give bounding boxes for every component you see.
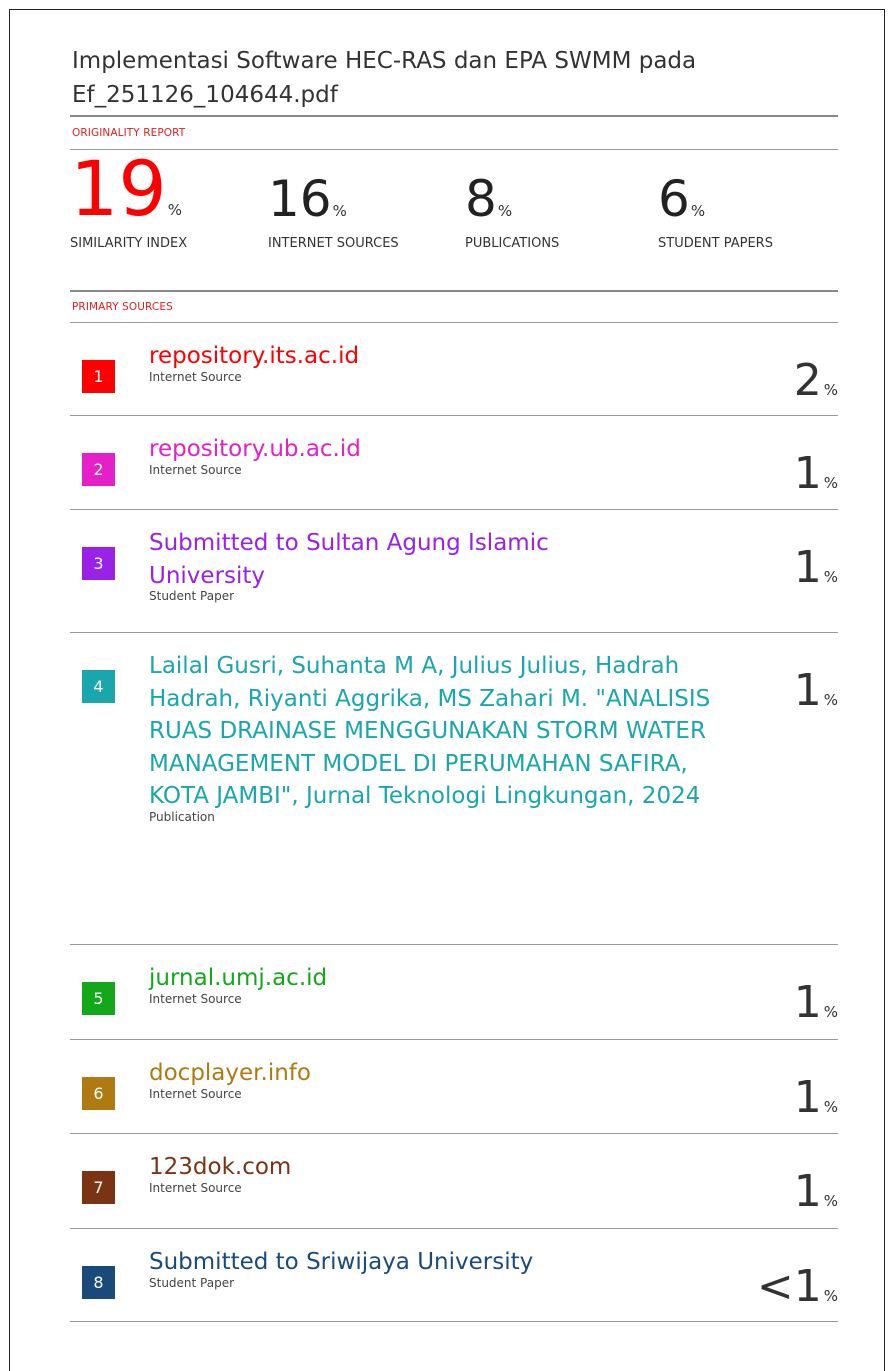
source-rank-badge: 3 [82, 547, 115, 580]
source-percentage-unit: % [823, 1192, 838, 1210]
source-percentage-value: 1 [793, 542, 822, 593]
source-rank-badge: 4 [82, 670, 115, 703]
internet-sources-unit: % [332, 202, 347, 220]
source-percentage-unit: % [823, 474, 838, 492]
source-percentage-unit: % [823, 568, 838, 586]
source-item: 8 Submitted to Sriwijaya University Stud… [70, 1228, 838, 1321]
student-papers-label: STUDENT PAPERS [658, 236, 773, 251]
source-name[interactable]: Submitted to Sultan Agung Islamic Univer… [149, 527, 619, 592]
divider [70, 115, 838, 117]
source-rank-badge: 8 [82, 1266, 115, 1299]
source-percentage-value: 1 [793, 1072, 822, 1123]
source-percentage: <1% [757, 1262, 838, 1321]
source-percentage-value: 1 [793, 977, 822, 1028]
source-item: 4 Lailal Gusri, Suhanta M A, Julius Juli… [70, 632, 838, 944]
source-type: Internet Source [149, 462, 242, 477]
source-type: Internet Source [149, 991, 242, 1006]
source-item: 3 Submitted to Sultan Agung Islamic Univ… [70, 509, 838, 632]
internet-sources-label: INTERNET SOURCES [268, 236, 399, 251]
source-type: Internet Source [149, 1086, 242, 1101]
source-percentage: 1% [794, 978, 838, 1037]
primary-sources-label: PRIMARY SOURCES [72, 301, 173, 313]
source-percentage-unit: % [823, 1003, 838, 1021]
source-percentage-unit: % [823, 1098, 838, 1116]
internet-sources-stat: 16% INTERNET SOURCES [268, 170, 399, 251]
divider [70, 1321, 838, 1322]
source-item: 2 repository.ub.ac.id Internet Source 1% [70, 415, 838, 509]
source-rank-badge: 6 [82, 1077, 115, 1110]
source-percentage: 1% [794, 449, 838, 508]
publications-value: 8 [465, 170, 497, 228]
source-percentage-value: 2 [793, 355, 822, 406]
source-percentage: 2% [794, 356, 838, 415]
publications-stat: 8% PUBLICATIONS [465, 170, 559, 251]
source-type: Internet Source [149, 369, 242, 384]
source-rank-badge: 5 [82, 982, 115, 1015]
source-percentage-unit: % [823, 381, 838, 399]
source-type: Internet Source [149, 1180, 242, 1195]
similarity-index-unit: % [167, 201, 182, 219]
divider [70, 290, 838, 292]
originality-report-label: ORIGINALITY REPORT [72, 127, 186, 139]
source-item: 6 docplayer.info Internet Source 1% [70, 1039, 838, 1133]
similarity-index-stat: 19% SIMILARITY INDEX [70, 150, 188, 252]
publications-label: PUBLICATIONS [465, 236, 560, 251]
student-papers-unit: % [690, 202, 706, 220]
publications-unit: % [497, 202, 513, 220]
student-papers-stat: 6% STUDENT PAPERS [658, 170, 773, 251]
report-page: Implementasi Software HEC-RAS dan EPA SW… [9, 9, 885, 1371]
source-rank-badge: 7 [82, 1171, 115, 1204]
source-percentage-unit: % [823, 691, 838, 709]
source-percentage-value: <1 [756, 1261, 822, 1312]
source-rank-badge: 2 [82, 453, 115, 486]
similarity-index-value: 19 [70, 144, 167, 233]
source-percentage-value: 1 [793, 1166, 822, 1217]
source-percentage: 1% [794, 543, 838, 602]
student-papers-value: 6 [658, 170, 690, 228]
source-percentage-value: 1 [793, 448, 822, 499]
source-type: Student Paper [149, 589, 235, 603]
source-percentage: 1% [794, 1073, 838, 1132]
source-percentage: 1% [794, 666, 838, 725]
source-item: 5 jurnal.umj.ac.id Internet Source 1% [70, 944, 838, 1039]
source-rank-badge: 1 [82, 360, 115, 393]
document-title: Implementasi Software HEC-RAS dan EPA SW… [72, 48, 697, 108]
internet-sources-value: 16 [268, 170, 332, 228]
similarity-index-label: SIMILARITY INDEX [70, 236, 188, 251]
source-percentage-unit: % [823, 1287, 838, 1305]
source-item: 7 123dok.com Internet Source 1% [70, 1133, 838, 1228]
source-name[interactable]: Lailal Gusri, Suhanta M A, Julius Julius… [149, 650, 739, 813]
source-item: 1 repository.its.ac.id Internet Source 2… [70, 322, 838, 415]
source-percentage-value: 1 [793, 665, 822, 716]
source-percentage: 1% [794, 1167, 838, 1226]
